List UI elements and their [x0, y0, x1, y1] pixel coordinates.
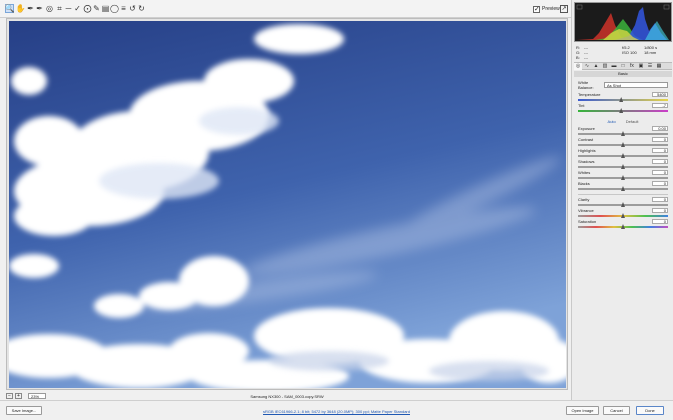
exif-iso: ISO 100 [622, 50, 637, 55]
adjustment-brush-icon[interactable]: ✎ [92, 4, 101, 13]
sky-photo [9, 21, 566, 388]
saturation-field[interactable]: 0 [652, 219, 668, 224]
exposure-label: Exposure [578, 126, 595, 131]
auto-link[interactable]: Auto [608, 119, 616, 125]
saturation-label: Saturation [578, 219, 597, 224]
temperature-track[interactable] [578, 99, 668, 101]
spot-removal-icon[interactable]: ✓ [73, 4, 82, 13]
color-sampler-icon[interactable]: ✒ [35, 4, 44, 13]
photo-preview[interactable] [9, 21, 566, 388]
rotate-left-icon[interactable]: ↺ [128, 4, 137, 13]
eyedropper-icon[interactable]: ✒ [26, 4, 35, 13]
target-adjust-icon[interactable]: ◎ [45, 4, 54, 13]
blacks-label: Blacks [578, 181, 590, 186]
cancel-button[interactable]: Cancel [603, 406, 630, 415]
saturation-control: Saturation 0 [578, 219, 668, 231]
tint-label: Tint [578, 103, 585, 108]
zoom-icon[interactable]: 🔍 [5, 4, 14, 13]
tab-effects-icon[interactable]: fx [628, 63, 636, 70]
preview-checkbox[interactable]: ✓ [533, 5, 540, 13]
shadows-field[interactable]: 0 [652, 159, 668, 164]
open-image-button[interactable]: Open Image [566, 406, 599, 415]
tab-detail-icon[interactable]: ▲ [592, 63, 600, 70]
whites-label: Whites [578, 170, 591, 175]
blacks-field[interactable]: 0 [652, 181, 668, 186]
tab-tone-curve-icon[interactable]: ∿ [583, 63, 591, 70]
temperature-label: Temperature [578, 92, 601, 97]
tab-split-toning-icon[interactable]: ▬ [610, 63, 618, 70]
tab-hsl-icon[interactable]: ▥ [601, 63, 609, 70]
auto-default-row: Auto Default [578, 119, 668, 125]
rgb-readout: R: --- G: --- B: --- f/5.2 1/800 s ISO 100 … [576, 45, 670, 61]
tab-camera-calibration-icon[interactable]: ▣ [637, 63, 645, 70]
white-balance-select[interactable]: As Shot [604, 82, 668, 88]
shadows-label: Shadows [578, 159, 595, 164]
white-balance-label: White Balance: [578, 80, 594, 90]
clarity-field[interactable]: 0 [652, 197, 668, 202]
rotate-right-icon[interactable]: ↻ [137, 4, 146, 13]
exposure-field[interactable]: 0.00 [652, 126, 668, 131]
preferences-icon[interactable]: ≡ [119, 4, 128, 13]
b-value: --- [584, 55, 588, 60]
section-divider [578, 194, 668, 195]
default-link[interactable]: Default [626, 119, 639, 125]
done-button[interactable]: Done [636, 406, 664, 415]
highlights-field[interactable]: 0 [652, 148, 668, 153]
blacks-control: Blacks 0 [578, 181, 668, 193]
panel-tabs: ◎ ∿ ▲ ▥ ▬ □ fx ▣ ☰ ▦ [574, 62, 672, 70]
panel-header: Basic [574, 71, 672, 77]
vibrance-label: Vibrance [578, 208, 594, 213]
contrast-field[interactable]: 0 [652, 137, 668, 142]
histogram-graph [575, 3, 671, 41]
temperature-field[interactable]: 5400 [652, 92, 668, 97]
whites-field[interactable]: 0 [652, 170, 668, 175]
preview-label: Preview [542, 6, 560, 12]
clarity-label: Clarity [578, 197, 590, 202]
tint-field[interactable]: -7 [652, 103, 668, 108]
radial-filter-icon[interactable]: ◯ [110, 4, 119, 13]
contrast-label: Contrast [578, 137, 594, 142]
graduated-filter-icon[interactable]: ▤ [101, 4, 110, 13]
tab-basic-icon[interactable]: ◎ [574, 63, 582, 70]
vibrance-field[interactable]: 0 [652, 208, 668, 213]
b-label: B: [576, 55, 580, 60]
white-balance-value: As Shot [607, 83, 622, 88]
white-balance-row: White Balance: As Shot [578, 80, 668, 90]
bottom-bar: Save Image... sRGB IEC61966-2.1; 8 bit; … [0, 400, 673, 420]
adjustments-panel: R: --- G: --- B: --- f/5.2 1/800 s ISO 100 … [571, 0, 673, 400]
histogram [574, 2, 672, 42]
save-image-button[interactable]: Save Image... [6, 406, 42, 415]
image-canvas [6, 18, 568, 390]
crop-icon[interactable]: ⌗ [55, 4, 64, 13]
preview-toggle[interactable]: ✓ Preview [533, 4, 560, 14]
red-eye-icon[interactable]: ⨀ [83, 4, 92, 13]
tab-presets-icon[interactable]: ☰ [646, 63, 654, 70]
hand-icon[interactable]: ✋ [16, 4, 26, 13]
filename-label: Samsung NX300 - SAM_0003.copy.SRW [250, 394, 324, 399]
straighten-icon[interactable]: ─ [64, 4, 73, 13]
status-bar: − + 23% Samsung NX300 - SAM_0003.copy.SR… [6, 392, 568, 400]
workflow-options-link[interactable]: sRGB IEC61966-2.1; 8 bit; 5472 by 3648 (… [200, 409, 473, 414]
tab-snapshots-icon[interactable]: ▦ [655, 63, 663, 70]
tint-control: Tint -7 [578, 103, 668, 115]
exif-focal: 18 mm [644, 50, 657, 55]
highlights-label: Highlights [578, 148, 596, 153]
tint-track[interactable] [578, 110, 668, 112]
tab-lens-icon[interactable]: □ [619, 63, 627, 70]
fullscreen-icon[interactable]: ↗ [560, 5, 568, 13]
